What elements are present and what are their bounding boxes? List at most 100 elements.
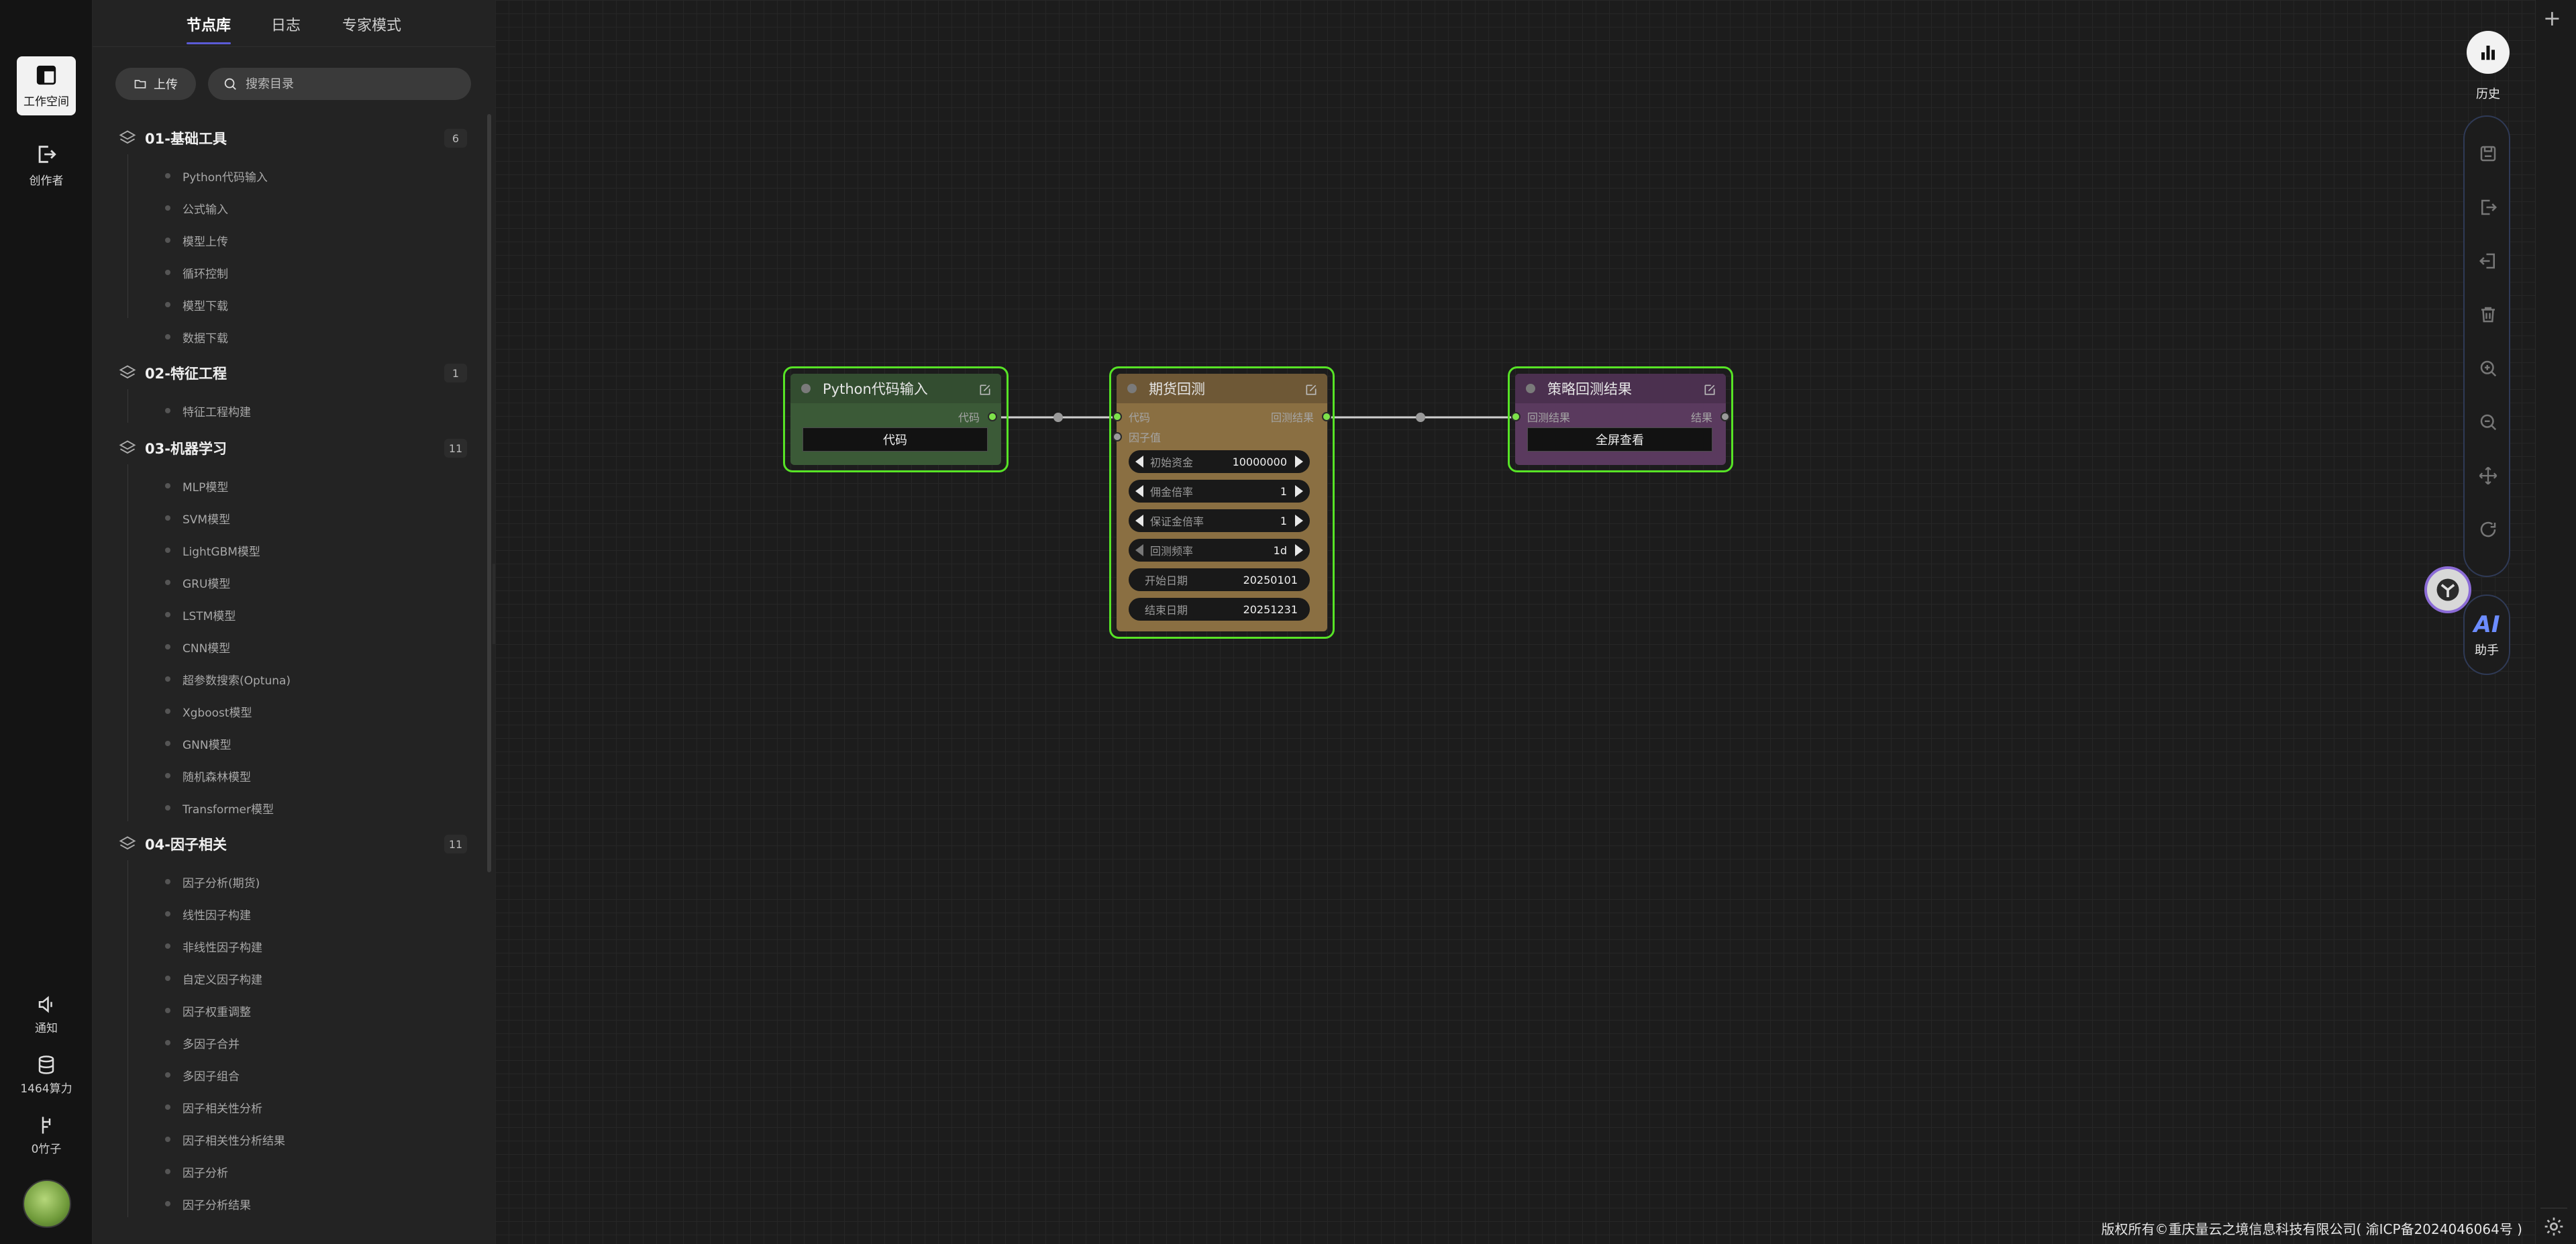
assistant-avatar[interactable] — [2424, 566, 2471, 613]
group-count: 1 — [444, 364, 467, 382]
list-item[interactable]: 多因子合并 — [165, 1029, 240, 1056]
flow-canvas[interactable]: Python代码输入 代码 代码 期货回测 代码 因子值 回测结果 初始资金 1… — [495, 0, 2535, 1244]
list-item[interactable]: LightGBM模型 — [165, 537, 260, 564]
edge-midpoint[interactable] — [1416, 413, 1425, 422]
workspace-button[interactable]: 工作空间 — [17, 56, 76, 115]
node-strategy-result[interactable]: 策略回测结果 回测结果 结果 全屏查看 — [1508, 366, 1733, 472]
trash-icon[interactable] — [2478, 305, 2498, 325]
list-item[interactable]: GNN模型 — [165, 730, 231, 757]
notice-button[interactable]: 通知 — [0, 994, 93, 1035]
list-item[interactable]: Transformer模型 — [165, 794, 274, 821]
list-item[interactable]: 因子权重调整 — [165, 997, 251, 1024]
list-item[interactable]: 模型下载 — [165, 291, 228, 318]
gear-icon[interactable] — [2543, 1216, 2565, 1237]
param-initial-capital[interactable]: 初始资金 10000000 — [1129, 450, 1310, 473]
upload-button[interactable]: 上传 — [115, 68, 196, 100]
list-item[interactable]: 因子相关性分析结果 — [165, 1126, 285, 1153]
param-end-date[interactable]: 结束日期 20251231 — [1129, 598, 1310, 621]
save-icon[interactable] — [2478, 144, 2498, 164]
list-item[interactable]: 公式输入 — [165, 195, 228, 221]
group-feature-engineering[interactable]: 02-特征工程 1 — [118, 360, 467, 386]
zoom-in-icon[interactable] — [2478, 358, 2498, 378]
decrement-icon[interactable] — [1135, 515, 1143, 527]
list-item[interactable]: 特征工程构建 — [165, 397, 251, 424]
tree-line — [127, 154, 128, 318]
output-port[interactable] — [1322, 412, 1331, 421]
node-python-input[interactable]: Python代码输入 代码 代码 — [783, 366, 1009, 472]
node-futures-backtest[interactable]: 期货回测 代码 因子值 回测结果 初始资金 10000000 佣金倍率 1 保证… — [1109, 366, 1335, 639]
list-item[interactable]: 多因子组合 — [165, 1061, 240, 1088]
list-item[interactable]: 因子相关性分析 — [165, 1094, 262, 1121]
creator-button[interactable]: 创作者 — [17, 136, 76, 195]
move-icon[interactable] — [2478, 466, 2498, 486]
code-button[interactable]: 代码 — [803, 427, 988, 452]
list-item[interactable]: 非线性因子构建 — [165, 933, 262, 960]
list-item[interactable]: Xgboost模型 — [165, 698, 252, 725]
list-item[interactable]: MLP模型 — [165, 472, 228, 499]
list-item[interactable]: 因子分析结果 — [165, 1190, 251, 1217]
increment-icon[interactable] — [1295, 456, 1303, 468]
list-item[interactable]: 因子分析 — [165, 1158, 228, 1185]
edit-icon[interactable] — [1304, 383, 1318, 397]
list-item[interactable]: 线性因子构建 — [165, 900, 251, 927]
export-icon[interactable] — [2478, 197, 2498, 217]
list-item[interactable]: CNN模型 — [165, 633, 230, 660]
node-header[interactable]: 期货回测 — [1117, 374, 1327, 403]
tab-log[interactable]: 日志 — [271, 13, 301, 35]
list-item[interactable]: 自定义因子构建 — [165, 965, 262, 992]
list-item[interactable]: 循环控制 — [165, 259, 228, 286]
edge-midpoint[interactable] — [1053, 413, 1063, 422]
decrement-icon[interactable] — [1135, 485, 1143, 497]
list-item[interactable]: Python代码输入 — [165, 162, 268, 189]
edit-icon[interactable] — [978, 383, 992, 397]
port-label: 代码 — [958, 411, 980, 424]
param-frequency[interactable]: 回测频率 1d — [1129, 539, 1310, 562]
group-machine-learning[interactable]: 03-机器学习 11 — [118, 435, 467, 462]
decrement-icon[interactable] — [1135, 544, 1143, 556]
output-port[interactable] — [1720, 412, 1730, 421]
search-box[interactable] — [208, 68, 471, 100]
node-header[interactable]: 策略回测结果 — [1515, 374, 1726, 403]
node-header[interactable]: Python代码输入 — [790, 374, 1001, 403]
increment-icon[interactable] — [1295, 515, 1303, 527]
search-input[interactable] — [246, 76, 447, 91]
bamboo-button[interactable]: 0竹子 — [0, 1115, 93, 1156]
input-port[interactable] — [1113, 432, 1122, 442]
zoom-out-icon[interactable] — [2478, 412, 2498, 432]
history-button[interactable] — [2467, 31, 2510, 74]
ai-assistant-button[interactable]: AI 助手 — [2463, 594, 2510, 675]
list-item[interactable]: GRU模型 — [165, 569, 230, 596]
output-port[interactable] — [988, 412, 997, 421]
list-item[interactable]: 超参数搜索(Optuna) — [165, 666, 291, 692]
tab-node-library[interactable]: 节点库 — [187, 13, 231, 44]
param-margin[interactable]: 保证金倍率 1 — [1129, 509, 1310, 532]
tab-expert-mode[interactable]: 专家模式 — [342, 13, 401, 35]
plus-icon[interactable]: + — [2543, 5, 2561, 31]
import-icon[interactable] — [2478, 251, 2498, 271]
list-item[interactable]: 数据下载 — [165, 323, 228, 350]
list-item[interactable]: LSTM模型 — [165, 601, 236, 628]
layers-icon — [119, 836, 136, 850]
fullscreen-view-button[interactable]: 全屏查看 — [1527, 427, 1712, 452]
list-item[interactable]: 因子分析(期货) — [165, 868, 260, 895]
bamboo-label: 0竹子 — [31, 1143, 62, 1156]
compute-button[interactable]: 1464算力 — [0, 1055, 93, 1096]
edit-icon[interactable] — [1703, 383, 1716, 397]
port-label: 因子值 — [1129, 431, 1162, 444]
refresh-icon[interactable] — [2478, 519, 2498, 539]
param-commission[interactable]: 佣金倍率 1 — [1129, 480, 1310, 503]
list-item[interactable]: 模型上传 — [165, 227, 228, 254]
decrement-icon[interactable] — [1135, 456, 1143, 468]
param-start-date[interactable]: 开始日期 20250101 — [1129, 568, 1310, 591]
group-factor[interactable]: 04-因子相关 11 — [118, 831, 467, 858]
list-item[interactable]: SVM模型 — [165, 505, 230, 531]
input-port[interactable] — [1511, 412, 1521, 421]
increment-icon[interactable] — [1295, 485, 1303, 497]
input-port[interactable] — [1113, 412, 1122, 421]
list-item[interactable]: 随机森林模型 — [165, 762, 251, 789]
increment-icon[interactable] — [1295, 544, 1303, 556]
group-basic-tools[interactable]: 01-基础工具 6 — [118, 125, 467, 152]
port-label: 回测结果 — [1270, 411, 1314, 424]
avatar[interactable] — [23, 1180, 71, 1228]
panel-scrollbar[interactable] — [487, 114, 491, 872]
